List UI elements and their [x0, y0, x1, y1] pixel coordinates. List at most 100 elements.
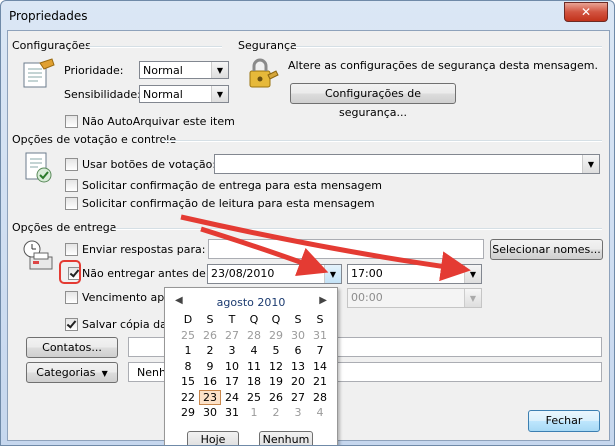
do-not-deliver-date-value: 23/08/2010: [211, 267, 275, 280]
calendar-day[interactable]: 3: [287, 405, 309, 420]
calendar-day[interactable]: 25: [243, 390, 265, 405]
annotation-highlight: [59, 260, 81, 284]
weekday-header: S: [294, 313, 302, 326]
priority-select[interactable]: Normal ▼: [139, 61, 229, 79]
calendar-day[interactable]: 25: [177, 328, 199, 343]
send-replies-label: Enviar respostas para:: [82, 243, 206, 256]
chevron-down-icon[interactable]: ▼: [324, 265, 341, 283]
calendar-day[interactable]: 17: [221, 374, 243, 389]
weekday-header: T: [228, 313, 236, 326]
message-settings-icon: [23, 58, 55, 88]
close-button[interactable]: Fechar: [528, 410, 600, 432]
calendar-day[interactable]: 4: [309, 405, 331, 420]
none-button[interactable]: Nenhum: [259, 431, 313, 445]
chevron-down-icon: ▼: [582, 155, 599, 173]
categories-value: Nenh: [137, 366, 166, 379]
calendar-day[interactable]: 30: [287, 328, 309, 343]
do-not-deliver-date-select[interactable]: 23/08/2010 ▼: [207, 264, 342, 284]
settings-section-label: Configurações: [12, 39, 91, 52]
voting-buttons-select[interactable]: ▼: [214, 154, 600, 174]
calendar-day[interactable]: 21: [309, 374, 331, 389]
weekday-header: S: [206, 313, 214, 326]
delivery-receipt-checkbox[interactable]: [65, 179, 78, 192]
calendar-day[interactable]: 6: [287, 343, 309, 358]
voting-separator: [162, 140, 602, 142]
do-not-deliver-label: Não entregar antes de:: [82, 267, 210, 280]
calendar-day[interactable]: 5: [265, 343, 287, 358]
window-title: Propriedades: [9, 9, 88, 23]
calendar-day[interactable]: 29: [177, 405, 199, 420]
calendar-day[interactable]: 10: [221, 359, 243, 374]
security-description: Altere as configurações de segurança des…: [288, 59, 598, 72]
calendar-day[interactable]: 1: [177, 343, 199, 358]
save-copy-checkbox[interactable]: [65, 318, 78, 331]
calendar-day[interactable]: 31: [221, 405, 243, 420]
calendar-day[interactable]: 3: [221, 343, 243, 358]
security-section-label: Segurança: [238, 39, 297, 52]
next-month-icon[interactable]: ▶: [319, 295, 327, 306]
chevron-down-icon: ▼: [211, 86, 228, 102]
no-autoarchive-checkbox[interactable]: [65, 115, 78, 128]
today-button[interactable]: Hoje: [187, 431, 239, 445]
calendar-day[interactable]: 28: [309, 390, 331, 405]
send-replies-checkbox[interactable]: [65, 243, 78, 256]
weekday-header: S: [316, 313, 324, 326]
weekday-header: D: [183, 313, 193, 326]
read-receipt-checkbox[interactable]: [65, 197, 78, 210]
read-receipt-label: Solicitar confirmação de leitura para es…: [82, 197, 375, 210]
calendar-day[interactable]: 9: [199, 359, 221, 374]
expires-checkbox[interactable]: [65, 291, 78, 304]
calendar-day[interactable]: 27: [287, 390, 309, 405]
chevron-down-icon: ▼: [464, 265, 481, 283]
delivery-section-label: Opções de entrega: [12, 221, 117, 234]
calendar-day[interactable]: 19: [265, 374, 287, 389]
calendar-day[interactable]: 1: [243, 405, 265, 420]
categories-button[interactable]: Categorias ▼: [26, 362, 118, 383]
sensitivity-label: Sensibilidade:: [64, 88, 141, 101]
calendar-day[interactable]: 4: [243, 343, 265, 358]
calendar-day[interactable]: 29: [265, 328, 287, 343]
calendar-day[interactable]: 30: [199, 405, 221, 420]
calendar-day[interactable]: 28: [243, 328, 265, 343]
calendar-day[interactable]: 31: [309, 328, 331, 343]
calendar-day[interactable]: 13: [287, 359, 309, 374]
calendar-day[interactable]: 26: [199, 328, 221, 343]
do-not-deliver-time-value: 17:00: [351, 267, 383, 280]
title-bar[interactable]: Propriedades ✕: [1, 1, 614, 31]
calendar-day[interactable]: 20: [287, 374, 309, 389]
calendar-day[interactable]: 27: [221, 328, 243, 343]
select-names-button[interactable]: Selecionar nomes...: [490, 239, 603, 260]
close-window-button[interactable]: ✕: [564, 2, 608, 22]
sensitivity-select[interactable]: Normal ▼: [139, 85, 229, 103]
date-picker-popup: ◀ agosto 2010 ▶ D S T Q Q S S 25 26 27 28 29 30 31 1 2 3…: [164, 287, 338, 445]
calendar-day[interactable]: 22: [177, 390, 199, 405]
chevron-down-icon: ▼: [464, 289, 481, 307]
send-replies-input[interactable]: [208, 239, 484, 259]
calendar-day[interactable]: 2: [199, 343, 221, 358]
calendar-day[interactable]: 15: [177, 374, 199, 389]
security-settings-button[interactable]: Configurações de segurança...: [290, 83, 456, 119]
calendar-day[interactable]: 24: [221, 390, 243, 405]
calendar-day[interactable]: 16: [199, 374, 221, 389]
calendar-day[interactable]: 8: [177, 359, 199, 374]
calendar-month-label: agosto 2010: [216, 296, 286, 309]
calendar-day[interactable]: 11: [243, 359, 265, 374]
expires-time-select[interactable]: 00:00 ▼: [347, 288, 482, 308]
expires-time-value: 00:00: [351, 291, 383, 304]
use-voting-checkbox[interactable]: [65, 158, 78, 171]
sensitivity-value: Normal: [143, 88, 183, 101]
calendar-day[interactable]: 12: [265, 359, 287, 374]
calendar-day[interactable]: 2: [265, 405, 287, 420]
security-separator: [294, 46, 602, 48]
voting-section-label: Opções de votação e controle: [12, 133, 177, 146]
calendar-day[interactable]: 18: [243, 374, 265, 389]
calendar-day[interactable]: 23: [199, 389, 221, 405]
calendar-day[interactable]: 26: [265, 390, 287, 405]
properties-dialog: Propriedades ✕ Configurações Prioridade:…: [0, 0, 615, 446]
delivery-separator: [112, 228, 602, 230]
calendar-day[interactable]: 14: [309, 359, 331, 374]
delivery-options-icon: [23, 240, 53, 270]
calendar-day[interactable]: 7: [309, 343, 331, 358]
do-not-deliver-time-select[interactable]: 17:00 ▼: [347, 264, 482, 284]
contacts-button[interactable]: Contatos...: [26, 337, 118, 358]
